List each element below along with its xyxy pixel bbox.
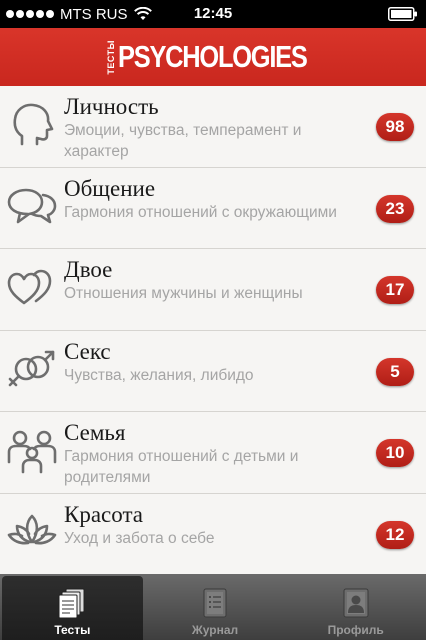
logo-psychologies: PSYCHOLOGIES (118, 39, 308, 74)
family-icon (6, 426, 58, 474)
category-row-obshchenie[interactable]: Общение Гармония отношений с окружающими… (0, 167, 426, 249)
two-hearts-icon (6, 263, 58, 311)
tab-tests[interactable]: Тесты (2, 576, 143, 640)
signal-strength-icon (6, 10, 54, 18)
profile-icon (343, 588, 369, 618)
head-icon (6, 100, 58, 148)
category-title: Семья (64, 420, 126, 445)
category-title: Личность (64, 94, 159, 119)
tab-journal[interactable]: Журнал (145, 574, 286, 640)
category-title: Двое (64, 257, 113, 282)
category-row-lichnost[interactable]: Личность Эмоции, чувства, темперамент и … (0, 86, 426, 168)
category-row-seks[interactable]: Секс Чувства, желания, либидо 5 (0, 330, 426, 412)
count-badge: 23 (376, 194, 414, 223)
tab-profile[interactable]: Профиль (285, 574, 426, 640)
category-list: Личность Эмоции, чувства, темперамент и … (0, 86, 426, 574)
journal-icon (203, 588, 227, 618)
category-description: Гармония отношений с детьми и родителями (64, 448, 299, 486)
category-description: Уход и забота о себе (64, 529, 215, 547)
app-header: ТЕСТЫ PSYCHOLOGIES (0, 28, 426, 86)
tests-icon (58, 588, 85, 619)
category-title: Секс (64, 338, 111, 364)
category-row-krasota[interactable]: Красота Уход и забота о себе 12 (0, 493, 426, 574)
count-badge: 5 (376, 357, 414, 386)
category-description: Гармония отношений с окружающими (64, 203, 337, 221)
tab-label: Профиль (327, 623, 384, 637)
category-description: Отношения мужчины и женщины (64, 285, 303, 302)
tab-label: Журнал (191, 623, 239, 637)
category-title: Красота (64, 501, 143, 527)
category-description: Чувства, желания, либидо (64, 366, 254, 384)
count-badge: 12 (376, 520, 414, 549)
carrier-name: MTS RUS (60, 5, 128, 23)
status-left: MTS RUS (6, 0, 152, 28)
category-row-dvoe[interactable]: Двое Отношения мужчины и женщины 17 (0, 249, 426, 331)
status-bar: MTS RUS 12:45 (0, 0, 426, 28)
app-logo: ТЕСТЫ PSYCHOLOGIES (106, 39, 318, 75)
speech-bubbles-icon (6, 182, 58, 230)
count-badge: 10 (376, 439, 414, 467)
category-title: Общение (64, 175, 156, 201)
gender-symbols-icon (6, 345, 58, 393)
logo-tests-label: ТЕСТЫ (106, 39, 117, 75)
category-description: Эмоции, чувства, темперамент и характер (64, 122, 302, 160)
count-badge: 98 (376, 113, 414, 141)
lotus-icon (6, 508, 58, 556)
tab-label: Тесты (54, 623, 91, 637)
tab-bar: Тесты Журнал Профиль (0, 574, 426, 640)
battery-icon (388, 7, 417, 21)
category-row-semya[interactable]: Семья Гармония отношений с детьми и роди… (0, 412, 426, 494)
wifi-icon (133, 7, 152, 20)
count-badge: 17 (376, 276, 414, 304)
